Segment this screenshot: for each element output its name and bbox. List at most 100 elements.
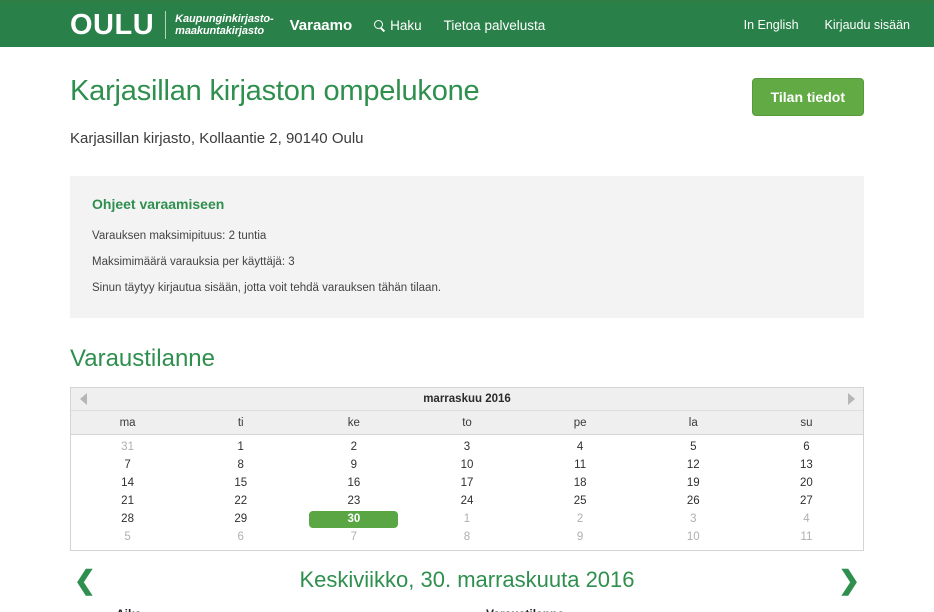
calendar-day[interactable]: 27 (750, 495, 863, 507)
calendar-day[interactable]: 31 (71, 441, 184, 453)
calendar-day-label: 19 (686, 477, 700, 489)
chevron-right-icon[interactable]: ❯ (838, 567, 860, 593)
calendar-day[interactable]: 28 (71, 513, 184, 525)
nav-item-login[interactable]: Kirjaudu sisään (825, 18, 910, 32)
calendar-day[interactable]: 5 (71, 531, 184, 543)
calendar-day[interactable]: 18 (524, 477, 637, 489)
calendar-day[interactable]: 16 (297, 477, 410, 489)
calendar-week-row: 21 22 23 24 25 26 27 (71, 492, 863, 510)
calendar-day[interactable]: 1 (184, 441, 297, 453)
weekday-ti: ti (237, 416, 244, 429)
calendar-day[interactable]: 12 (637, 459, 750, 471)
column-header-time: Aika (116, 607, 486, 612)
site-header: OULU Kaupunginkirjasto- maakuntakirjasto… (0, 3, 934, 47)
calendar-weekday-row: ma ti ke to pe la su (71, 411, 863, 435)
calendar-day[interactable]: 19 (637, 477, 750, 489)
calendar-day[interactable]: 10 (410, 459, 523, 471)
nav-item-varaamo[interactable]: Varaamo (290, 17, 353, 34)
calendar-day[interactable]: 5 (637, 441, 750, 453)
calendar-week-row: 7 8 9 10 11 12 13 (71, 456, 863, 474)
calendar-day[interactable]: 26 (637, 495, 750, 507)
logo-divider (165, 11, 167, 39)
nav-item-haku-label: Haku (390, 17, 422, 33)
calendar-day-label: 29 (234, 513, 248, 525)
calendar-day-label: 6 (803, 441, 810, 453)
calendar-day[interactable]: 14 (71, 477, 184, 489)
logo-wordmark: OULU (70, 8, 155, 41)
calendar-day-label: 3 (463, 441, 471, 453)
calendar-day[interactable]: 21 (71, 495, 184, 507)
calendar-day[interactable]: 24 (410, 495, 523, 507)
calendar-day-label: 21 (121, 495, 134, 507)
calendar-day[interactable]: 4 (750, 513, 863, 525)
calendar-day-selected[interactable]: 30 (297, 510, 410, 528)
calendar-day[interactable]: 2 (524, 513, 637, 525)
calendar-day-label: 5 (124, 531, 131, 543)
calendar-day-label: 16 (347, 477, 361, 489)
calendar-day[interactable]: 6 (184, 531, 297, 543)
resource-title-row: Karjasillan kirjaston ompelukone Tilan t… (70, 47, 864, 116)
calendar-day[interactable]: 15 (184, 477, 297, 489)
calendar-day-label: 1 (463, 513, 471, 525)
calendar-day[interactable]: 17 (410, 477, 523, 489)
calendar-day[interactable]: 9 (297, 459, 410, 471)
calendar-day-label: 11 (800, 531, 813, 543)
calendar-day[interactable]: 13 (750, 459, 863, 471)
calendar-day[interactable]: 7 (297, 531, 410, 543)
nav-item-in-english[interactable]: In English (744, 18, 799, 32)
calendar-day[interactable]: 9 (524, 531, 637, 543)
calendar-day[interactable]: 1 (410, 513, 523, 525)
calendar-day-label: 14 (121, 477, 134, 489)
page-title: Karjasillan kirjaston ompelukone (70, 75, 480, 107)
calendar-day[interactable]: 4 (524, 441, 637, 453)
calendar-day-label: 20 (800, 477, 813, 489)
triangle-right-icon (847, 393, 855, 405)
calendar-day[interactable]: 22 (184, 495, 297, 507)
calendar-grid: 31 1 2 3 4 5 6 7 8 9 10 11 12 13 14 15 16 17 18 19 20 21 22 23 2… (71, 435, 863, 550)
calendar-day[interactable]: 8 (184, 459, 297, 471)
calendar-day[interactable]: 10 (637, 531, 750, 543)
site-logo[interactable]: OULU Kaupunginkirjasto- maakuntakirjasto (70, 8, 274, 41)
calendar-day[interactable]: 11 (524, 459, 637, 471)
calendar-day-label: 26 (686, 495, 700, 507)
availability-heading: Varaustilanne (70, 345, 215, 372)
calendar-day-label: 10 (686, 531, 700, 543)
calendar-next-month-button[interactable] (839, 393, 863, 405)
search-icon (374, 19, 385, 31)
resource-details-button[interactable]: Tilan tiedot (751, 78, 864, 116)
calendar-day[interactable]: 11 (750, 531, 863, 543)
calendar-day[interactable]: 7 (71, 459, 184, 471)
calendar-day[interactable]: 3 (410, 441, 523, 453)
calendar-day-label: 7 (350, 531, 358, 543)
calendar-day-label: 24 (460, 495, 474, 507)
calendar-week-row: 31 1 2 3 4 5 6 (71, 438, 863, 456)
weekday-pe: pe (573, 416, 587, 429)
chevron-left-icon[interactable]: ❮ (74, 567, 96, 593)
calendar-day-label: 25 (573, 495, 587, 507)
calendar-day[interactable]: 6 (750, 441, 863, 453)
nav-item-haku[interactable]: Haku (374, 18, 422, 33)
nav-item-tietoa-palvelusta[interactable]: Tietoa palvelusta (444, 18, 546, 33)
page-content: Karjasillan kirjaston ompelukone Tilan t… (0, 47, 934, 612)
calendar-day[interactable]: 29 (184, 513, 297, 525)
calendar-day-label: 8 (463, 531, 471, 543)
calendar-day-label: 3 (690, 513, 697, 525)
calendar-widget: marraskuu 2016 ma ti ke to pe la su 31 1 2… (70, 387, 864, 551)
calendar-day-label: 28 (121, 513, 134, 525)
calendar-day[interactable]: 3 (637, 513, 750, 525)
calendar-prev-month-button[interactable] (71, 393, 95, 405)
calendar-day-label: 30 (309, 510, 399, 528)
calendar-day[interactable]: 23 (297, 495, 410, 507)
calendar-day-label: 23 (347, 495, 361, 507)
calendar-day[interactable]: 2 (297, 441, 410, 453)
calendar-day[interactable]: 20 (750, 477, 863, 489)
calendar-day[interactable]: 8 (410, 531, 523, 543)
weekday-ma: ma (119, 416, 136, 429)
reservation-table-header: Aika Varaustilanne (70, 607, 864, 612)
logo-subtitle: Kaupunginkirjasto- maakuntakirjasto (175, 12, 274, 38)
calendar-day-label: 8 (237, 459, 244, 471)
calendar-week-row: 14 15 16 17 18 19 20 (71, 474, 863, 492)
calendar-day[interactable]: 25 (524, 495, 637, 507)
calendar-day-label: 4 (576, 441, 584, 453)
calendar-day-label: 7 (124, 459, 131, 471)
